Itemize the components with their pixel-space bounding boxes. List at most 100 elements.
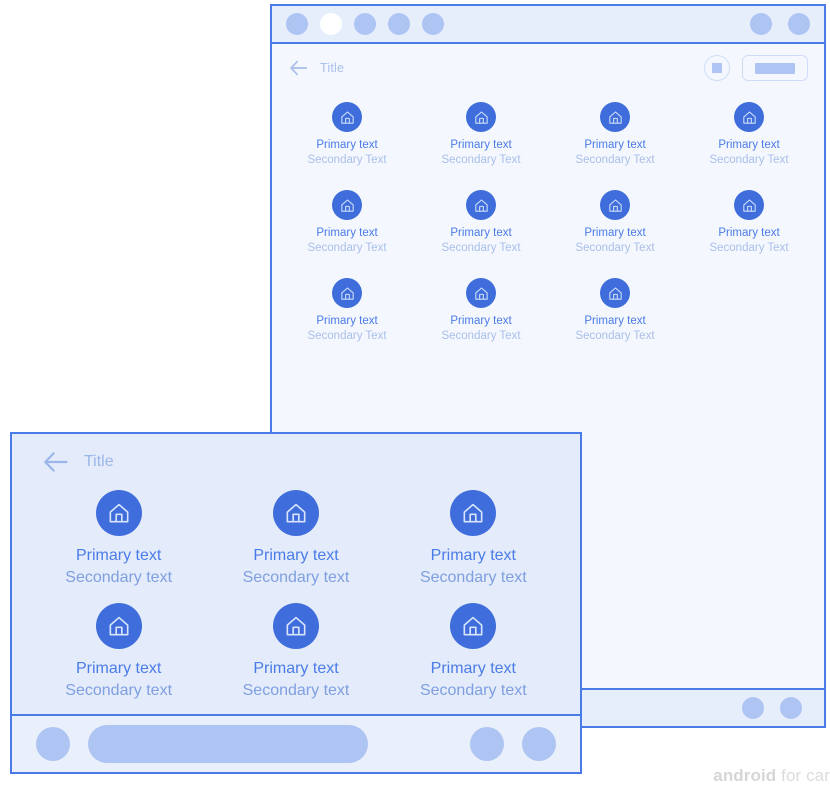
grid-item[interactable]: Primary text Secondary Text xyxy=(280,190,414,256)
back-window-grid: Primary text Secondary Text Primary text Se… xyxy=(280,102,816,344)
status-dot-right-2[interactable] xyxy=(788,13,810,35)
grid-item-secondary-text: Secondary text xyxy=(419,682,527,699)
grid-item[interactable]: Primary text Secondary Text xyxy=(682,190,816,256)
grid-item[interactable]: Primary text Secondary Text xyxy=(414,190,548,256)
front-window[interactable]: Title Primary text Secondary text Primary … xyxy=(10,432,582,774)
grid-item-primary-text: Primary text xyxy=(75,660,162,677)
stop-circle-button[interactable] xyxy=(704,55,730,81)
bottom-right-dots xyxy=(470,727,556,761)
grid-item-primary-text: Primary text xyxy=(584,315,646,327)
bottom-left-dot[interactable] xyxy=(36,727,70,761)
bottom-dot-2[interactable] xyxy=(780,697,802,719)
grid-item-primary-text: Primary text xyxy=(718,227,780,239)
arrow-left-icon[interactable] xyxy=(42,448,70,476)
grid-item[interactable]: Primary text Secondary text xyxy=(385,603,562,702)
bar-icon xyxy=(755,62,795,74)
grid-item[interactable]: Primary text Secondary Text xyxy=(548,102,682,168)
grid-item-secondary-text: Secondary Text xyxy=(307,330,387,342)
grid-item-primary-text: Primary text xyxy=(584,139,646,151)
home-icon xyxy=(332,102,362,132)
status-dot-5[interactable] xyxy=(422,13,444,35)
status-dot-2-active[interactable] xyxy=(320,13,342,35)
home-icon xyxy=(450,603,497,649)
home-icon xyxy=(600,278,630,308)
front-window-content: Primary text Secondary text Primary text Se… xyxy=(12,490,580,714)
grid-item[interactable]: Primary text Secondary text xyxy=(385,490,562,589)
grid-item-secondary-text: Secondary Text xyxy=(575,330,655,342)
grid-item-primary-text: Primary text xyxy=(316,227,378,239)
search-pill[interactable] xyxy=(88,725,368,763)
grid-item-primary-text: Primary text xyxy=(253,547,339,564)
app-bar-actions xyxy=(704,55,808,81)
home-icon xyxy=(272,603,319,649)
home-icon xyxy=(466,278,496,308)
grid-item-secondary-text: Secondary text xyxy=(65,569,173,586)
status-dot-4[interactable] xyxy=(388,13,410,35)
watermark: android for car xyxy=(713,766,830,786)
home-icon xyxy=(95,603,142,649)
grid-item-secondary-text: Secondary Text xyxy=(575,154,655,166)
front-window-bottom-bar xyxy=(12,714,580,772)
back-window-status-bar xyxy=(272,6,824,44)
home-icon xyxy=(734,102,764,132)
grid-item[interactable]: Primary text Secondary Text xyxy=(548,190,682,256)
back-window-app-bar: Title xyxy=(272,44,824,92)
grid-item-secondary-text: Secondary text xyxy=(65,682,173,699)
home-icon xyxy=(332,190,362,220)
home-icon xyxy=(600,190,630,220)
grid-item-primary-text: Primary text xyxy=(253,660,339,677)
grid-item[interactable]: Primary text Secondary Text xyxy=(548,278,682,344)
grid-item-primary-text: Primary text xyxy=(450,315,512,327)
home-icon xyxy=(466,190,496,220)
grid-item[interactable]: Primary text Secondary text xyxy=(207,490,384,589)
grid-item-secondary-text: Secondary Text xyxy=(441,154,521,166)
grid-item-secondary-text: Secondary text xyxy=(242,682,350,699)
home-icon xyxy=(272,490,319,536)
status-bar-right-dots xyxy=(750,13,810,35)
grid-item[interactable]: Primary text Secondary Text xyxy=(414,102,548,168)
status-dot-3[interactable] xyxy=(354,13,376,35)
home-icon xyxy=(332,278,362,308)
grid-item-secondary-text: Secondary Text xyxy=(441,242,521,254)
status-bar-left-dots xyxy=(286,13,444,35)
grid-item-primary-text: Primary text xyxy=(450,139,512,151)
grid-item[interactable]: Primary text Secondary text xyxy=(30,603,207,702)
watermark-strong: android xyxy=(713,766,777,785)
home-icon xyxy=(450,490,497,536)
grid-item[interactable]: Primary text Secondary Text xyxy=(682,102,816,168)
grid-item-secondary-text: Secondary Text xyxy=(709,242,789,254)
home-icon xyxy=(95,490,142,536)
home-icon xyxy=(600,102,630,132)
front-window-app-bar: Title xyxy=(12,434,580,490)
watermark-rest: for car xyxy=(776,766,830,785)
grid-item[interactable]: Primary text Secondary Text xyxy=(280,278,414,344)
grid-item-primary-text: Primary text xyxy=(450,227,512,239)
grid-item-secondary-text: Secondary Text xyxy=(441,330,521,342)
page-title: Title xyxy=(84,453,114,470)
grid-item-secondary-text: Secondary Text xyxy=(575,242,655,254)
bottom-right-dot-1[interactable] xyxy=(470,727,504,761)
grid-item[interactable]: Primary text Secondary Text xyxy=(280,102,414,168)
grid-item-primary-text: Primary text xyxy=(430,660,516,677)
grid-item[interactable]: Primary text Secondary text xyxy=(30,490,207,589)
home-icon xyxy=(466,102,496,132)
grid-item-secondary-text: Secondary text xyxy=(419,569,527,586)
grid-item-secondary-text: Secondary text xyxy=(242,569,350,586)
grid-item-primary-text: Primary text xyxy=(718,139,780,151)
grid-item-secondary-text: Secondary Text xyxy=(307,154,387,166)
arrow-left-icon[interactable] xyxy=(288,57,310,79)
square-icon xyxy=(712,63,722,73)
grid-item[interactable]: Primary text Secondary text xyxy=(207,603,384,702)
bottom-dot-1[interactable] xyxy=(742,697,764,719)
grid-item-primary-text: Primary text xyxy=(584,227,646,239)
grid-item-secondary-text: Secondary Text xyxy=(709,154,789,166)
status-dot-right-1[interactable] xyxy=(750,13,772,35)
status-dot-1[interactable] xyxy=(286,13,308,35)
bottom-right-dot-2[interactable] xyxy=(522,727,556,761)
bottom-bar-right-dots xyxy=(742,697,802,719)
home-icon xyxy=(734,190,764,220)
grid-item[interactable]: Primary text Secondary Text xyxy=(414,278,548,344)
front-window-grid: Primary text Secondary text Primary text Se… xyxy=(30,490,562,702)
pill-button[interactable] xyxy=(742,55,808,81)
grid-item-primary-text: Primary text xyxy=(430,547,516,564)
